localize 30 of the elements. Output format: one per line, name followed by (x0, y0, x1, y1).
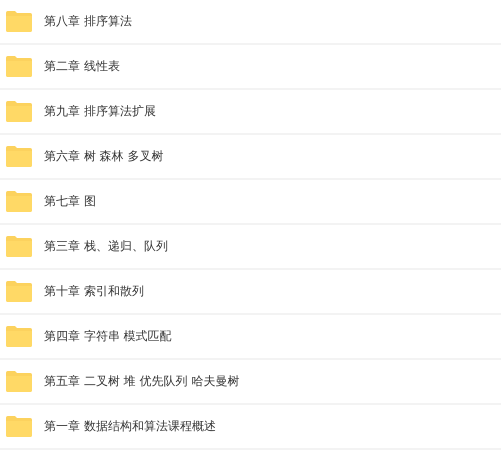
folder-row[interactable]: 第九章 排序算法扩展 (0, 90, 501, 135)
folder-icon (6, 371, 32, 392)
folder-row[interactable]: 第八章 排序算法 (0, 0, 501, 45)
folder-name: 第二章 线性表 (44, 58, 120, 75)
folder-name: 第五章 二叉树 堆 优先队列 哈夫曼树 (44, 373, 240, 390)
folder-icon (6, 191, 32, 212)
folder-name: 第四章 字符串 模式匹配 (44, 328, 172, 345)
folder-name: 第九章 排序算法扩展 (44, 103, 156, 120)
folder-row[interactable]: 第一章 数据结构和算法课程概述 (0, 405, 501, 450)
folder-icon (6, 236, 32, 257)
folder-name: 第一章 数据结构和算法课程概述 (44, 418, 216, 435)
folder-row[interactable]: 第四章 字符串 模式匹配 (0, 315, 501, 360)
folder-row[interactable]: 第六章 树 森林 多叉树 (0, 135, 501, 180)
folder-icon (6, 416, 32, 437)
folder-icon (6, 11, 32, 32)
folder-name: 第七章 图 (44, 193, 96, 210)
folder-name: 第十章 索引和散列 (44, 283, 144, 300)
folder-row[interactable]: 第三章 栈、递归、队列 (0, 225, 501, 270)
folder-name: 第三章 栈、递归、队列 (44, 238, 168, 255)
folder-icon (6, 56, 32, 77)
folder-icon (6, 281, 32, 302)
folder-icon (6, 326, 32, 347)
folder-row[interactable]: 第十章 索引和散列 (0, 270, 501, 315)
folder-icon (6, 146, 32, 167)
folder-name: 第八章 排序算法 (44, 13, 132, 30)
folder-row[interactable]: 第二章 线性表 (0, 45, 501, 90)
folder-name: 第六章 树 森林 多叉树 (44, 148, 164, 165)
folder-row[interactable]: 第七章 图 (0, 180, 501, 225)
folder-row[interactable]: 第五章 二叉树 堆 优先队列 哈夫曼树 (0, 360, 501, 405)
folder-icon (6, 101, 32, 122)
